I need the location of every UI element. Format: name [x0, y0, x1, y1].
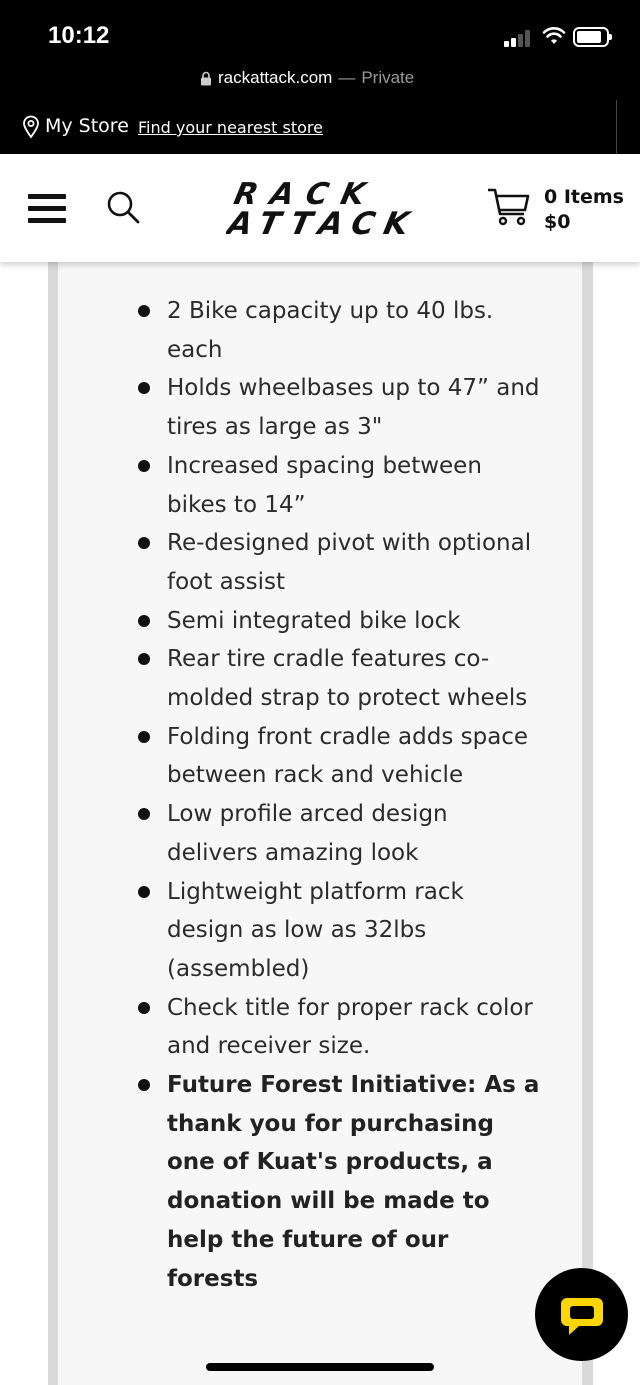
- search-icon[interactable]: [106, 190, 140, 224]
- feature-item: Rear tire cradle features co-molded stra…: [134, 640, 544, 717]
- wifi-icon: [542, 27, 566, 44]
- lock-icon: [201, 71, 211, 85]
- feature-item: Increased spacing between bikes to 14”: [134, 447, 544, 524]
- feature-item: Folding front cradle adds space between …: [134, 718, 544, 795]
- feature-item: 2 Bike capacity up to 40 lbs. each: [134, 292, 544, 369]
- store-bar: My Store Find your nearest store: [0, 100, 640, 154]
- cart-item-count[interactable]: 0 Items: [544, 186, 624, 208]
- url-bar[interactable]: rackattack.com — Private: [0, 64, 640, 100]
- status-time: 10:12: [48, 22, 110, 49]
- url-domain: rackattack.com: [218, 68, 333, 87]
- find-store-link[interactable]: Find your nearest store: [138, 118, 323, 137]
- feature-item: Future Forest Initiative: As a thank you…: [134, 1066, 544, 1298]
- chat-icon: [561, 1298, 603, 1335]
- feature-item: Lightweight platform rack design as low …: [134, 873, 544, 989]
- feature-item: Re-designed pivot with optional foot ass…: [134, 524, 544, 601]
- pin-icon: [23, 115, 39, 139]
- store-divider: [616, 100, 617, 154]
- feature-item: Low profile arced design delivers amazin…: [134, 795, 544, 872]
- cart-icon[interactable]: [486, 186, 532, 228]
- my-store-label: My Store: [45, 115, 129, 137]
- menu-icon[interactable]: [28, 194, 66, 224]
- site-header: RACK ATTACK 0 Items $0: [0, 154, 640, 262]
- feature-item: Semi integrated bike lock: [134, 602, 544, 641]
- cart-total[interactable]: $0: [544, 211, 570, 233]
- battery-icon: [573, 27, 612, 47]
- site-logo[interactable]: RACK ATTACK: [226, 178, 416, 236]
- home-indicator: [206, 1363, 434, 1371]
- chat-button[interactable]: [535, 1268, 628, 1361]
- feature-item: Check title for proper rack color and re…: [134, 989, 544, 1066]
- feature-item: Holds wheelbases up to 47” and tires as …: [134, 369, 544, 446]
- url-separator: —: [338, 68, 356, 87]
- status-bar: 10:12: [0, 0, 640, 64]
- signal-icon: [504, 29, 534, 47]
- features-list: 2 Bike capacity up to 40 lbs. each Holds …: [134, 292, 544, 1298]
- url-private-label: Private: [361, 68, 415, 87]
